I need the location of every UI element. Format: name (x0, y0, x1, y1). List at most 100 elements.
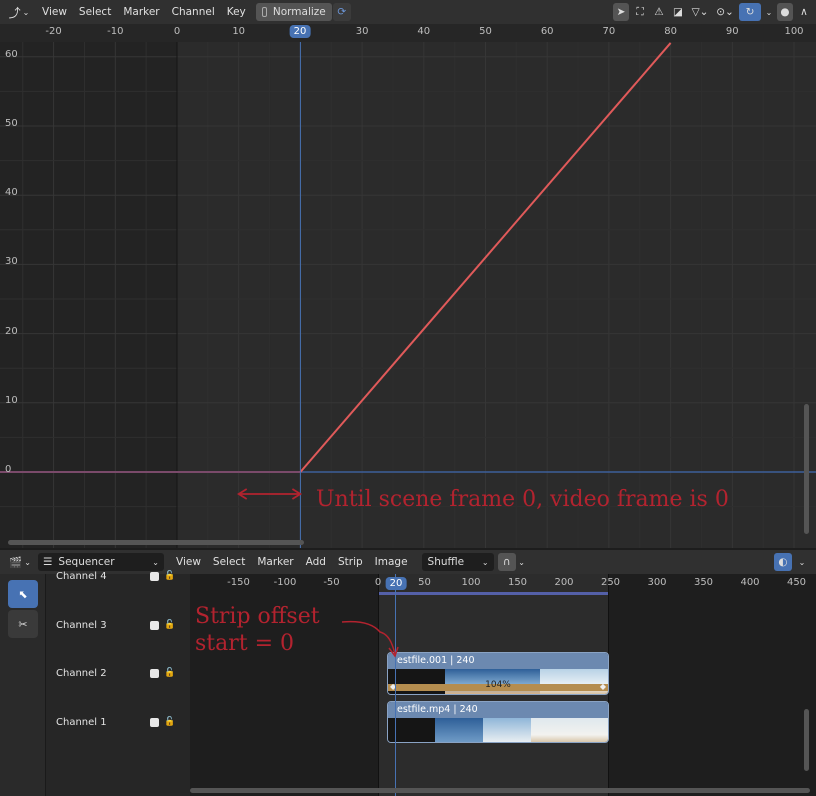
x-tick-label: 50 (479, 26, 492, 37)
mute-checkbox[interactable] (150, 717, 159, 727)
graph-editor[interactable]: ⤴ ⌄ View Select Marker Channel Key Normal… (0, 0, 816, 548)
x-tick-label: 10 (232, 26, 246, 37)
channel-name[interactable]: Channel 2 (56, 668, 107, 679)
horizontal-scrollbar[interactable] (8, 540, 304, 545)
channel-row[interactable]: Channel 3 🔓 (46, 615, 190, 635)
proportional-edit-toggle[interactable]: ● (777, 3, 793, 21)
x-tick-label: 300 (647, 577, 667, 588)
falloff-dropdown[interactable]: ∧ (796, 3, 812, 21)
snap-dropdown[interactable]: ⌄ (516, 553, 528, 571)
x-tick-label: 450 (786, 577, 807, 588)
menu-image[interactable]: Image (369, 550, 414, 574)
playhead-line[interactable] (395, 574, 396, 796)
channel-filter-button[interactable]: ◪ (670, 3, 686, 21)
y-tick-label: 60 (5, 48, 18, 60)
x-tick-label: 150 (507, 577, 528, 588)
chevron-down-icon: ⌄ (765, 7, 773, 17)
menu-key[interactable]: Key (221, 0, 252, 24)
y-tick-label: 50 (5, 118, 18, 129)
graph-canvas[interactable] (0, 24, 816, 548)
falloff-icon: ∧ (800, 6, 808, 18)
channel-row[interactable]: Channel 4 🔓 (46, 566, 190, 586)
pivot-dropdown[interactable]: ⊙⌄ (714, 3, 736, 21)
annotation-line-1: Strip offset (195, 604, 320, 629)
warning-icon: ⚠ (654, 6, 664, 18)
channel-list: Channel 4 🔓 Channel 3 🔓 Channel 2 🔓 Chan… (46, 571, 190, 796)
overlap-mode-dropdown[interactable]: Shuffle ⌄ (421, 553, 494, 571)
x-tick-label: 60 (540, 26, 554, 37)
mute-checkbox[interactable] (150, 668, 159, 678)
channel-name[interactable]: Channel 1 (56, 717, 107, 728)
mute-checkbox[interactable] (150, 571, 159, 581)
snap-toggle[interactable]: ∩ (497, 553, 516, 571)
normalize-toggle[interactable]: Normalize (255, 3, 332, 21)
filter-dropdown[interactable]: ▽⌄ (689, 3, 711, 21)
graph-area[interactable]: -20 -10 0 10 30 40 50 60 70 80 90 100 60 50 40 30 20 10 0… (0, 24, 816, 548)
clapperboard-icon: 🎬 (9, 556, 23, 569)
x-tick-label: 100 (461, 577, 481, 588)
sequencer-timeline[interactable]: -150 -100 -50 0 50 100 150 200 250 300 350 400 450 e… (190, 574, 816, 796)
menu-marker[interactable]: Marker (251, 550, 299, 574)
channel-row[interactable]: Channel 1 🔓 (46, 712, 190, 732)
x-tick-label: 50 (418, 577, 431, 588)
scene-range-bar (378, 592, 608, 595)
overlay-dropdown[interactable]: ⌄ (796, 553, 808, 571)
vertical-scrollbar[interactable] (804, 709, 809, 771)
editor-type-button[interactable]: ⤴ ⌄ (2, 3, 36, 21)
current-frame-badge[interactable]: 20 (385, 577, 407, 590)
strip-label: estfile.001 | 240 (388, 653, 608, 669)
auto-snap-toggle[interactable]: ↻ (739, 3, 761, 21)
warning-filter-button[interactable]: ⚠ (651, 3, 667, 21)
cursor-tool-button[interactable]: ➤ (613, 3, 629, 21)
menu-marker[interactable]: Marker (117, 0, 165, 24)
snap-dropdown[interactable]: ⌄ (764, 3, 774, 21)
thumbnail (531, 718, 608, 742)
lock-icon[interactable]: 🔓 (164, 571, 175, 581)
channel-name[interactable]: Channel 3 (56, 620, 107, 631)
thumbnail (435, 718, 483, 742)
menu-select[interactable]: Select (73, 0, 117, 24)
x-tick-label: 250 (600, 577, 621, 588)
x-tick-label: 200 (554, 577, 574, 588)
y-tick-label: 0 (5, 464, 12, 475)
y-tick-label: 10 (5, 394, 18, 406)
lock-icon[interactable]: 🔓 (164, 620, 175, 630)
channel-row[interactable]: Channel 2 🔓 (46, 663, 190, 683)
channel-name[interactable]: Channel 4 (56, 571, 107, 582)
vertical-scrollbar[interactable] (804, 404, 809, 534)
menu-strip[interactable]: Strip (332, 550, 369, 574)
current-frame-badge[interactable]: 20 (289, 25, 311, 38)
sequencer-editor[interactable]: 🎬 ⌄ ☰ Sequencer ⌄ View Select Marker Add … (0, 550, 816, 796)
overlay-toggle[interactable]: ◐ (774, 553, 792, 571)
frame-selected-button[interactable]: ⛶ (632, 3, 648, 21)
range-start-line (378, 574, 379, 796)
handle-right-icon[interactable]: ◆ (600, 682, 606, 691)
menu-channel[interactable]: Channel (166, 0, 221, 24)
strip-testfile-mp4[interactable]: estfile.mp4 | 240 (387, 701, 609, 743)
dot-icon: ● (780, 6, 790, 18)
strip-testfile-001[interactable]: estfile.001 | 240 104% ◆ ◆ (387, 652, 609, 695)
horizontal-scrollbar[interactable] (190, 788, 810, 793)
chart-icon: ◪ (673, 6, 683, 18)
x-tick-label: 90 (725, 26, 739, 37)
select-tool-button[interactable]: ⬉ (8, 580, 38, 608)
menu-add[interactable]: Add (300, 550, 332, 574)
x-tick-label: -150 (227, 577, 250, 588)
lock-icon[interactable]: 🔓 (164, 717, 175, 727)
lock-icon[interactable]: 🔓 (164, 668, 175, 678)
menu-view[interactable]: View (36, 0, 73, 24)
x-tick-label: 0 (173, 26, 181, 37)
filter-icon: ▽⌄ (691, 6, 709, 18)
magnet-icon: ∩ (502, 556, 511, 568)
normalize-refresh-button[interactable]: ⟳ (332, 3, 351, 21)
x-tick-label: -20 (45, 26, 62, 37)
blade-tool-button[interactable]: ✂ (8, 610, 38, 638)
menu-select[interactable]: Select (207, 550, 251, 574)
checkbox-icon (261, 7, 267, 17)
editor-type-button[interactable]: 🎬 ⌄ (4, 553, 36, 571)
chevron-down-icon: ⌄ (481, 557, 489, 567)
annotation-text: Until scene frame 0, video frame is 0 (316, 487, 729, 512)
mute-checkbox[interactable] (150, 620, 159, 630)
blade-icon: ✂ (18, 617, 28, 631)
cursor-icon: ➤ (616, 6, 626, 18)
